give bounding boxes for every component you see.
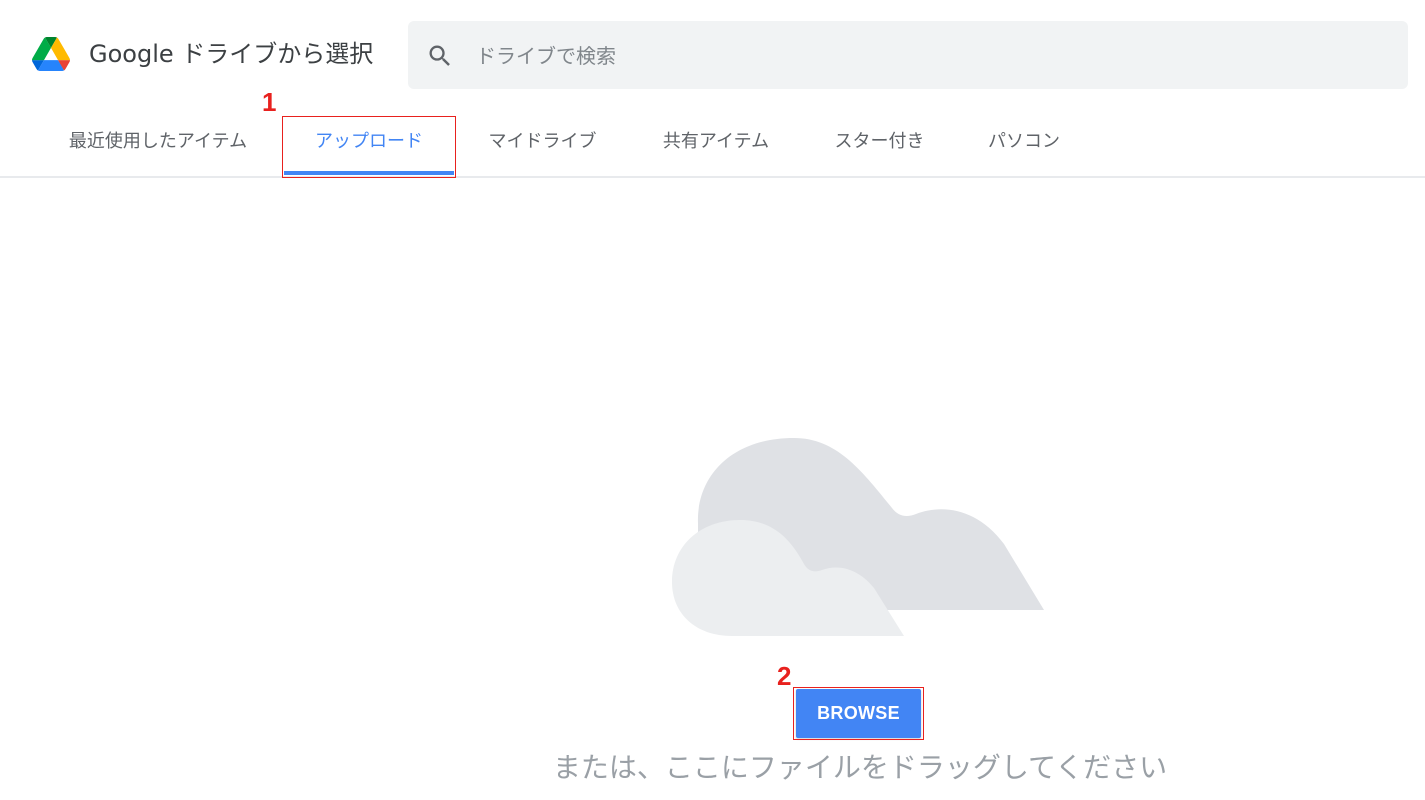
tab-shared-label: 共有アイテム bbox=[662, 131, 770, 152]
step-2-number: 2 bbox=[777, 661, 792, 691]
cloud-illustration bbox=[672, 438, 1044, 636]
tab-shared[interactable]: 共有アイテム bbox=[658, 116, 774, 176]
tab-computers[interactable]: パソコン bbox=[985, 116, 1063, 176]
tab-starred[interactable]: スター付き bbox=[831, 116, 928, 176]
search-box[interactable] bbox=[408, 21, 1408, 89]
tab-upload-label: アップロード bbox=[315, 131, 423, 152]
tab-upload[interactable]: アップロード bbox=[284, 116, 454, 176]
picker-header: Google ドライブから選択 bbox=[0, 0, 1425, 108]
tab-bar: 最近使用したアイテム アップロード マイドライブ 共有アイテム スター付き パソ… bbox=[0, 116, 1425, 178]
tab-my-drive[interactable]: マイドライブ bbox=[485, 116, 600, 176]
app-title: Google ドライブから選択 bbox=[89, 40, 374, 68]
tab-starred-label: スター付き bbox=[834, 131, 925, 152]
active-tab-indicator bbox=[284, 171, 454, 175]
search-input[interactable] bbox=[474, 35, 1378, 77]
drag-drop-hint: または、ここにファイルをドラッグしてください bbox=[552, 751, 1168, 784]
tab-recent-label: 最近使用したアイテム bbox=[68, 131, 248, 152]
google-drive-logo-icon bbox=[32, 37, 70, 71]
tab-computers-label: パソコン bbox=[988, 131, 1060, 152]
step-1-number: 1 bbox=[262, 87, 277, 117]
tab-my-drive-label: マイドライブ bbox=[488, 131, 597, 152]
search-icon[interactable] bbox=[426, 42, 454, 70]
drive-picker: Google ドライブから選択 1 最近使用したアイテム アップロード マイドラ… bbox=[0, 0, 1425, 800]
tab-recent[interactable]: 最近使用したアイテム bbox=[62, 116, 254, 176]
browse-button[interactable]: BROWSE bbox=[796, 689, 921, 738]
